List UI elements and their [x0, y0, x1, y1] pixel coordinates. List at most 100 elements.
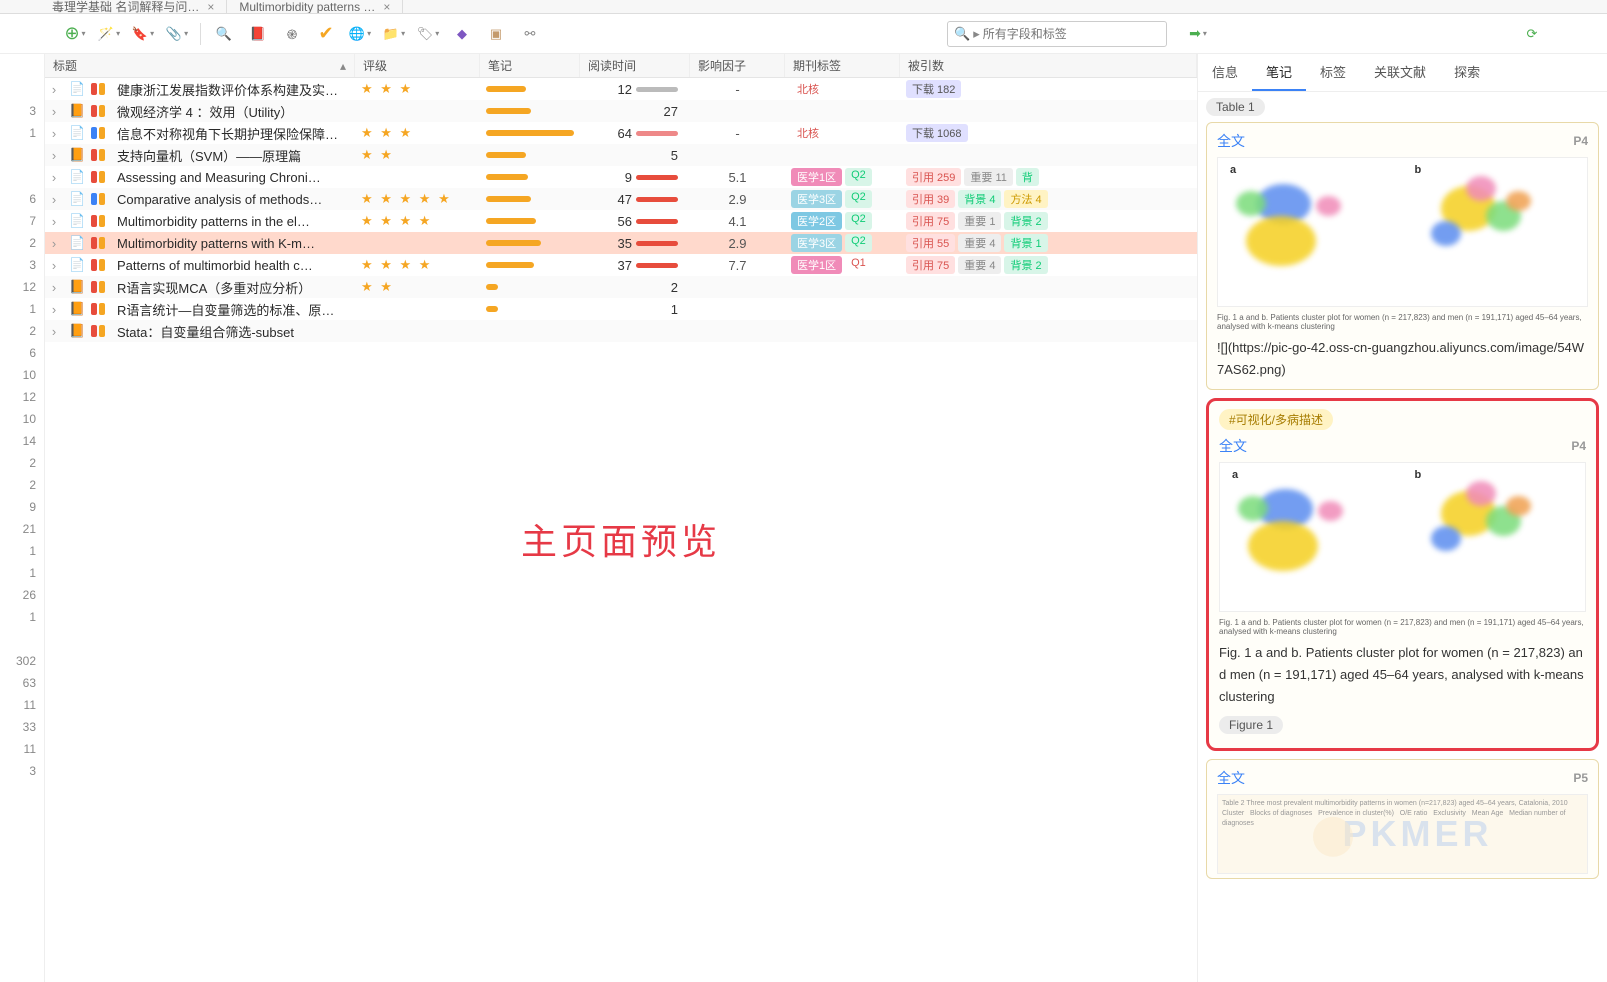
item-rating[interactable]: ★ ★	[355, 279, 480, 295]
search-icon[interactable]: 🔍	[209, 20, 239, 48]
item-read-time: 2	[580, 280, 690, 295]
table-row[interactable]: ›📄Comparative analysis of methods…★ ★ ★ …	[45, 188, 1197, 210]
right-tab-1[interactable]: 笔记	[1252, 54, 1306, 91]
col-if[interactable]: 影响因子	[690, 54, 785, 77]
gutter-count: 33	[0, 716, 36, 738]
col-cite[interactable]: 被引数	[900, 54, 1197, 77]
col-title[interactable]: 标题▴	[45, 54, 355, 77]
ai-icon[interactable]: ֎	[277, 20, 307, 48]
gutter-count: 12	[0, 276, 36, 298]
item-read-time: 12	[580, 82, 690, 97]
add-button[interactable]: ⊕	[60, 20, 90, 48]
go-button[interactable]: ➡	[1183, 20, 1213, 48]
table-row[interactable]: ›📙R语言实现MCA（多重对应分析）★ ★2	[45, 276, 1197, 298]
item-title: R语言统计—自变量筛选的标准、原…	[111, 300, 355, 319]
note-card-2[interactable]: #可视化/多病描述 全文P4 a b	[1206, 398, 1599, 751]
tag-icon[interactable]: 🏷	[413, 20, 443, 48]
gutter-count	[0, 166, 36, 188]
pdf-icon[interactable]: 📕	[243, 20, 273, 48]
check-icon[interactable]: ✔	[311, 20, 341, 48]
table-row[interactable]: ›📙Stata：自变量组合筛选-subset	[45, 320, 1197, 342]
item-rating[interactable]: ★ ★ ★ ★ ★	[355, 191, 480, 207]
expand-icon[interactable]: ›	[45, 82, 63, 97]
expand-icon[interactable]: ›	[45, 148, 63, 163]
item-note	[480, 174, 580, 180]
col-read[interactable]: 阅读时间	[580, 54, 690, 77]
figure-thumbnail: a b	[1217, 157, 1588, 307]
item-rating[interactable]: ★ ★	[355, 147, 480, 163]
right-tab-3[interactable]: 关联文献	[1360, 54, 1440, 91]
expand-icon[interactable]: ›	[45, 104, 63, 119]
gem-icon[interactable]: ◆	[447, 20, 477, 48]
lookup-button[interactable]: 🔖	[128, 20, 158, 48]
color-indicators	[85, 171, 111, 183]
item-rating[interactable]: ★ ★ ★	[355, 125, 480, 141]
wand-button[interactable]: 🪄	[94, 20, 124, 48]
expand-icon[interactable]: ›	[45, 258, 63, 273]
table-row[interactable]: ›📄Patterns of multimorbid health c…★ ★ ★…	[45, 254, 1197, 276]
color-indicators	[85, 83, 111, 95]
item-journal-tags: 医学1区Q2	[785, 168, 900, 186]
col-rating[interactable]: 评级	[355, 54, 480, 77]
table-row[interactable]: ›📙R语言统计—自变量筛选的标准、原…1	[45, 298, 1197, 320]
col-jtag[interactable]: 期刊标签	[785, 54, 900, 77]
right-tab-2[interactable]: 标签	[1306, 54, 1360, 91]
globe-icon[interactable]: 🌐	[345, 20, 375, 48]
item-rating[interactable]: ★ ★ ★ ★	[355, 257, 480, 273]
item-read-time: 47	[580, 192, 690, 207]
item-note	[480, 262, 580, 268]
table-row[interactable]: ›📄健康浙江发展指数评价体系构建及实…★ ★ ★12-北核下载 182	[45, 78, 1197, 100]
tag-chip[interactable]: #可视化/多病描述	[1219, 409, 1333, 430]
item-read-time: 5	[580, 148, 690, 163]
gutter-count: 9	[0, 496, 36, 518]
table-row[interactable]: ›📄Multimorbidity patterns in the el…★ ★ …	[45, 210, 1197, 232]
sync-icon[interactable]: ⟳	[1517, 20, 1547, 48]
note-card-1[interactable]: 全文P4 a b	[1206, 122, 1599, 390]
gutter-count: 26	[0, 584, 36, 606]
chip-figure[interactable]: Figure 1	[1219, 716, 1283, 734]
item-title: Comparative analysis of methods…	[111, 192, 355, 207]
color-indicators	[85, 259, 111, 271]
expand-icon[interactable]: ›	[45, 214, 63, 229]
item-type-icon: 📙	[63, 147, 85, 163]
gutter-count: 1	[0, 298, 36, 320]
item-type-icon: 📄	[63, 125, 85, 141]
gutter-count: 63	[0, 672, 36, 694]
tab-0[interactable]: 毒理学基础 名词解释与问…×	[40, 0, 227, 14]
expand-icon[interactable]: ›	[45, 236, 63, 251]
close-icon[interactable]: ×	[207, 0, 214, 14]
expand-icon[interactable]: ›	[45, 126, 63, 141]
right-tab-4[interactable]: 探索	[1440, 54, 1494, 91]
item-rating[interactable]: ★ ★ ★ ★	[355, 213, 480, 229]
color-indicators	[85, 237, 111, 249]
table-row[interactable]: ›📙微观经济学 4 ：效用（Utility）27	[45, 100, 1197, 122]
branch-icon[interactable]: ⚯	[515, 20, 545, 48]
search-input[interactable]: 🔍 ▸	[947, 21, 1167, 47]
expand-icon[interactable]: ›	[45, 192, 63, 207]
item-title: R语言实现MCA（多重对应分析）	[111, 278, 355, 297]
expand-icon[interactable]: ›	[45, 302, 63, 317]
gutter-count: 2	[0, 474, 36, 496]
expand-icon[interactable]: ›	[45, 170, 63, 185]
item-read-time: 56	[580, 214, 690, 229]
right-tab-0[interactable]: 信息	[1198, 54, 1252, 91]
tab-1[interactable]: Multimorbidity patterns …×	[227, 0, 403, 14]
table-row[interactable]: ›📙 支持向量机（SVM）——原理篇★ ★ 5	[45, 144, 1197, 166]
table-row[interactable]: ›📄信息不对称视角下长期护理保险保障…★ ★ ★64-北核下载 1068	[45, 122, 1197, 144]
item-title: 支持向量机（SVM）——原理篇	[111, 146, 355, 165]
note-card-3[interactable]: 全文P5 Table 2 Three most prevalent multim…	[1206, 759, 1599, 879]
folder-icon[interactable]: 📁	[379, 20, 409, 48]
expand-icon[interactable]: ›	[45, 324, 63, 339]
table-row[interactable]: ›📄Multimorbidity patterns with K-m…352.9…	[45, 232, 1197, 254]
gutter-count: 11	[0, 694, 36, 716]
item-rating[interactable]: ★ ★ ★	[355, 81, 480, 97]
col-note[interactable]: 笔记	[480, 54, 580, 77]
attach-button[interactable]: 📎	[162, 20, 192, 48]
note-text: Fig. 1 a and b. Patients cluster plot fo…	[1219, 642, 1586, 708]
close-icon[interactable]: ×	[383, 0, 390, 14]
item-type-icon: 📄	[63, 235, 85, 251]
chip-table[interactable]: Table 1	[1206, 98, 1265, 116]
box-icon[interactable]: ▣	[481, 20, 511, 48]
expand-icon[interactable]: ›	[45, 280, 63, 295]
table-row[interactable]: ›📄Assessing and Measuring Chroni…95.1医学1…	[45, 166, 1197, 188]
